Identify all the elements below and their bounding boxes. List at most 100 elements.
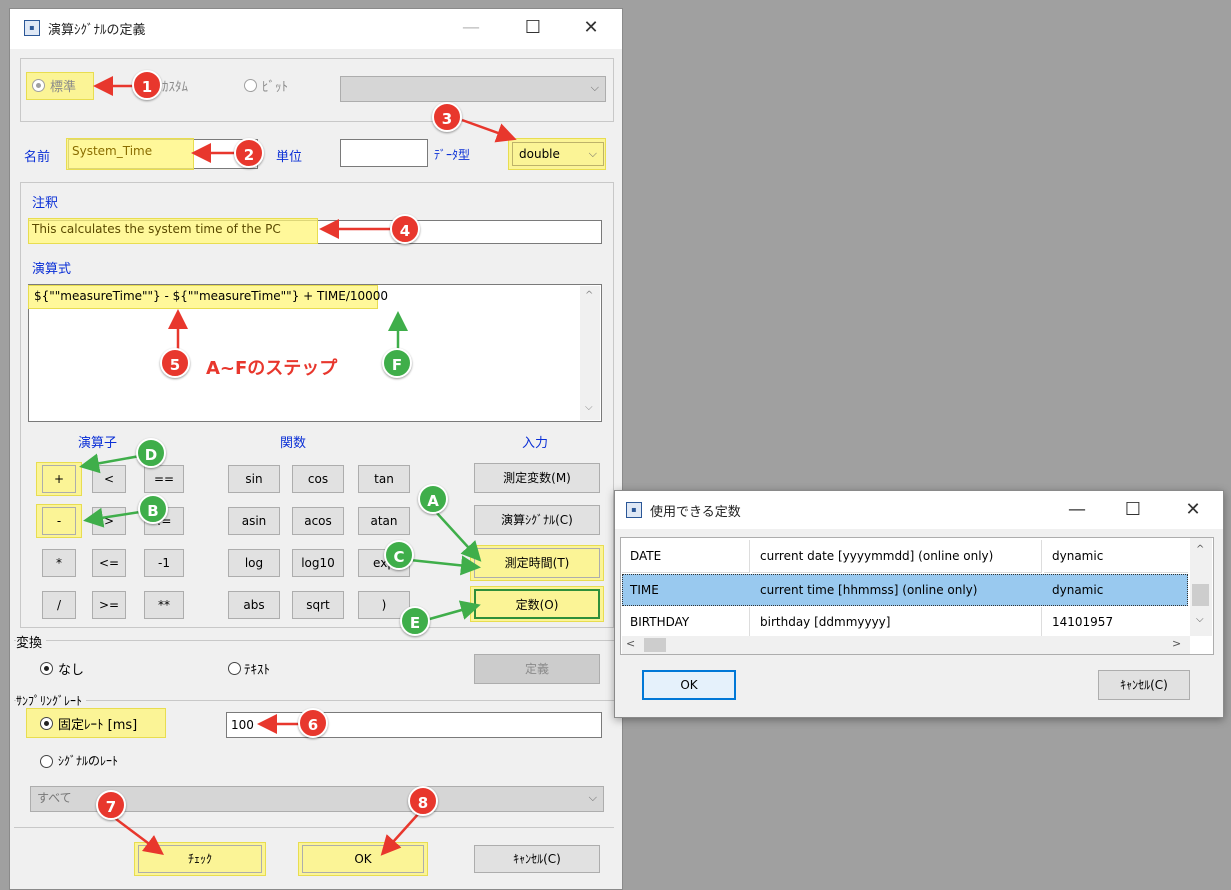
- step-badge-3: 3: [432, 102, 462, 132]
- step-badge-5: 5: [160, 348, 190, 378]
- table-cell-value[interactable]: dynamic: [1044, 540, 1188, 573]
- datatype-select[interactable]: double ⌵: [512, 142, 604, 166]
- table-cell-value[interactable]: 14101957: [1044, 607, 1188, 637]
- scroll-down-icon[interactable]: ⌵: [1196, 614, 1204, 625]
- op-button[interactable]: >: [92, 507, 126, 535]
- func-button[interactable]: sqrt: [292, 591, 344, 619]
- func-button[interactable]: log: [228, 549, 280, 577]
- radio-bit[interactable]: [244, 79, 257, 92]
- step-badge-c: C: [384, 540, 414, 570]
- constants-cancel-button[interactable]: ｷｬﾝｾﾙ(C): [1098, 670, 1190, 700]
- close-icon[interactable]: ✕: [1178, 496, 1208, 524]
- measure-variable-button[interactable]: 測定変数(M): [474, 463, 600, 493]
- op-button[interactable]: <: [92, 465, 126, 493]
- table-hscrollbar[interactable]: [622, 636, 1190, 654]
- minimize-icon[interactable]: —: [456, 14, 486, 42]
- chevron-down-icon: ⌵: [590, 81, 599, 94]
- radio-conv-none[interactable]: [40, 662, 53, 675]
- define-button[interactable]: 定義: [474, 654, 600, 684]
- op-button[interactable]: **: [144, 591, 184, 619]
- constant-button[interactable]: 定数(O): [474, 589, 600, 619]
- name-field-value: System_Time: [72, 144, 153, 158]
- func-button[interactable]: acos: [292, 507, 344, 535]
- radio-conv-text[interactable]: [228, 662, 241, 675]
- step-badge-4: 4: [390, 214, 420, 244]
- unit-field[interactable]: [340, 139, 428, 167]
- scroll-right-icon[interactable]: >: [1172, 637, 1181, 650]
- cancel-button[interactable]: ｷｬﾝｾﾙ(C): [474, 845, 600, 873]
- window-title: 演算ｼｸﾞﾅﾙの定義: [48, 23, 146, 38]
- op-button[interactable]: /: [42, 591, 76, 619]
- ok-button[interactable]: OK: [302, 845, 424, 873]
- op-button[interactable]: *: [42, 549, 76, 577]
- radio-conv-none-label: なし: [58, 663, 85, 678]
- calc-signal-button[interactable]: 演算ｼｸﾞﾅﾙ(C): [474, 505, 600, 535]
- radio-conv-text-label: ﾃｷｽﾄ: [244, 663, 270, 678]
- table-cell-desc[interactable]: current date [yyyymmdd] (online only): [752, 540, 1042, 573]
- datatype-value: double: [519, 147, 560, 161]
- radio-fixed-rate[interactable]: [40, 717, 53, 730]
- radio-standard-label: 標準: [50, 80, 77, 95]
- step-badge-a: A: [418, 484, 448, 514]
- op-button[interactable]: >=: [92, 591, 126, 619]
- check-button[interactable]: ﾁｪｯｸ: [138, 845, 262, 873]
- step-badge-1: 1: [132, 70, 162, 100]
- func-button[interactable]: asin: [228, 507, 280, 535]
- op-button[interactable]: +: [42, 465, 76, 493]
- maximize-icon[interactable]: ☐: [1118, 496, 1148, 524]
- func-button[interactable]: sin: [228, 465, 280, 493]
- step-badge-6: 6: [298, 708, 328, 738]
- scroll-up-icon[interactable]: ^: [585, 290, 593, 301]
- radio-custom-label: ｶｽﾀﾑ: [162, 80, 188, 95]
- hscroll-thumb[interactable]: [644, 638, 666, 652]
- functions-header: 関数: [280, 436, 307, 451]
- step-badge-e: E: [400, 606, 430, 636]
- scroll-up-icon[interactable]: ^: [1196, 544, 1204, 555]
- chevron-down-icon: ⌵: [588, 791, 597, 804]
- table-cell-name[interactable]: DATE: [622, 540, 750, 573]
- minimize-icon[interactable]: —: [1062, 496, 1092, 524]
- radio-bit-label: ﾋﾞｯﾄ: [262, 80, 288, 95]
- radio-fixed-rate-label: 固定ﾚｰﾄ [ms]: [58, 718, 138, 733]
- scroll-left-icon[interactable]: <: [626, 637, 635, 650]
- comment-value: This calculates the system time of the P…: [32, 222, 281, 236]
- func-button[interactable]: abs: [228, 591, 280, 619]
- op-button[interactable]: ==: [144, 465, 184, 493]
- step-badge-b: B: [138, 494, 168, 524]
- func-button[interactable]: atan: [358, 507, 410, 535]
- op-button[interactable]: -: [42, 507, 76, 535]
- op-button[interactable]: <=: [92, 549, 126, 577]
- close-icon[interactable]: ✕: [576, 14, 606, 42]
- step-badge-7: 7: [96, 790, 126, 820]
- table-cell-desc[interactable]: current time [hhmmss] (online only): [752, 574, 1042, 606]
- datatype-label: ﾃﾞｰﾀ型: [434, 148, 471, 162]
- radio-standard[interactable]: [32, 79, 45, 92]
- step-badge-d: D: [136, 438, 166, 468]
- table-cell-name[interactable]: TIME: [622, 574, 750, 606]
- constants-ok-button[interactable]: OK: [642, 670, 736, 700]
- step-badge-f: F: [382, 348, 412, 378]
- fixed-rate-field[interactable]: 100: [226, 712, 602, 738]
- table-cell-desc[interactable]: birthday [ddmmyyyy]: [752, 607, 1042, 637]
- app-icon: ▪: [626, 502, 642, 518]
- scroll-down-icon[interactable]: ⌵: [585, 402, 593, 413]
- op-button[interactable]: -1: [144, 549, 184, 577]
- func-button[interactable]: log10: [292, 549, 344, 577]
- constants-title: 使用できる定数: [650, 505, 741, 520]
- bit-select[interactable]: ⌵: [340, 76, 606, 102]
- table-cell-value[interactable]: dynamic: [1044, 574, 1188, 606]
- formula-scrollbar[interactable]: [580, 286, 600, 420]
- scroll-thumb[interactable]: [1192, 584, 1209, 606]
- table-cell-name[interactable]: BIRTHDAY: [622, 607, 750, 637]
- name-label: 名前: [24, 150, 51, 165]
- radio-signal-rate[interactable]: [40, 755, 53, 768]
- step-badge-2: 2: [234, 138, 264, 168]
- unit-label: 単位: [276, 150, 303, 165]
- func-button[interactable]: tan: [358, 465, 410, 493]
- app-icon: ▪: [24, 20, 40, 36]
- measure-time-button[interactable]: 測定時間(T): [474, 548, 600, 578]
- maximize-icon[interactable]: ☐: [518, 14, 548, 42]
- signal-rate-value: すべて: [37, 791, 72, 805]
- func-button[interactable]: cos: [292, 465, 344, 493]
- formula-label: 演算式: [32, 262, 72, 277]
